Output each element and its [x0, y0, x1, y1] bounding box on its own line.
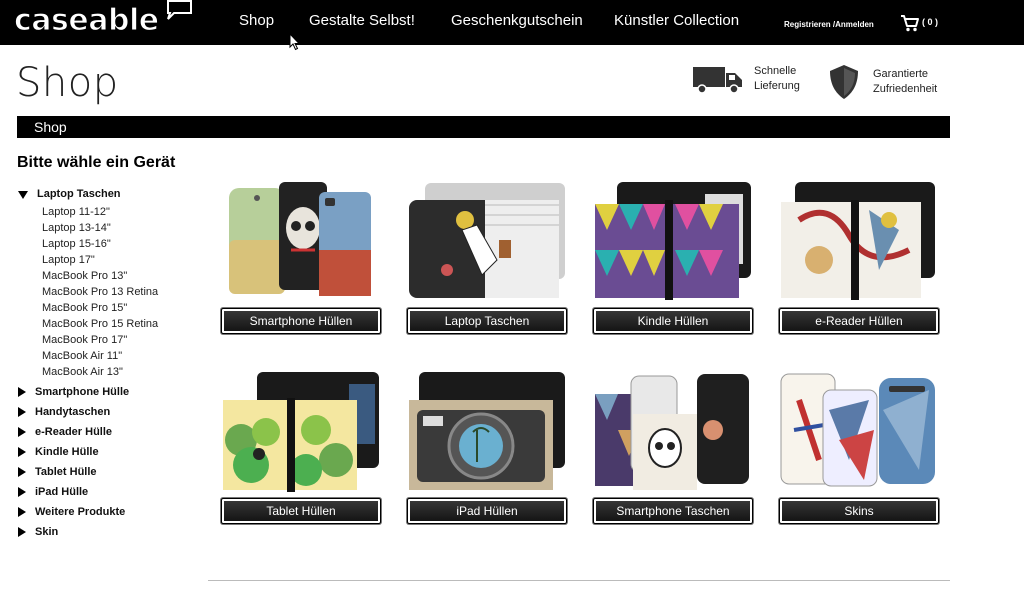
tablet-case-image [223, 372, 379, 492]
triangle-right-icon [18, 447, 26, 457]
kindle-huellen-button[interactable]: Kindle Hüllen [593, 308, 753, 334]
sidebar-category-smartphone-huelle[interactable]: Smartphone Hülle [18, 386, 129, 398]
logo-text: caseable [13, 2, 159, 38]
sidebar-subitem[interactable]: MacBook Air 13" [42, 366, 123, 378]
triangle-down-icon [18, 190, 28, 199]
sidebar-title: Bitte wähle ein Gerät [17, 154, 176, 171]
sidebar-category-label: Smartphone Hülle [35, 386, 130, 398]
sidebar-category-laptop-taschen[interactable]: Laptop Taschen [18, 188, 121, 200]
ereader-huellen-button[interactable]: e-Reader Hüllen [779, 308, 939, 334]
sidebar-category-label: Tablet Hülle [35, 466, 97, 478]
fast-delivery-line1: Schnelle [754, 65, 797, 77]
speech-bubble-icon [167, 0, 192, 20]
fast-delivery-line2: Lieferung [754, 80, 800, 92]
nav-geschenkgutschein[interactable]: Geschenkgutschein [451, 12, 583, 29]
nav-gestalte-selbst[interactable]: Gestalte Selbst! [309, 12, 415, 29]
ipad-case-image [409, 372, 565, 490]
sidebar-category-label: iPad Hülle [35, 486, 89, 498]
laptop-sleeve-image [409, 183, 565, 298]
satisfaction-line2: Zufriedenheit [873, 83, 938, 95]
sidebar-category-weitere-produkte[interactable]: Weitere Produkte [18, 506, 125, 518]
footer-divider [208, 580, 950, 581]
sidebar-category-handytaschen[interactable]: Handytaschen [18, 406, 110, 418]
sidebar-subitem[interactable]: Laptop 15-16" [42, 238, 111, 250]
cart-count: ( 0 ) [922, 17, 939, 27]
triangle-right-icon [18, 467, 26, 477]
sidebar-category-ipad-huelle[interactable]: iPad Hülle [18, 486, 88, 498]
sidebar-category-skin[interactable]: Skin [18, 526, 58, 538]
sidebar-category-label: e-Reader Hülle [35, 426, 113, 438]
triangle-right-icon [18, 507, 26, 517]
sidebar-subitem[interactable]: MacBook Pro 13" [42, 270, 127, 282]
top-nav-bar: caseable Shop Gestalte Selbst! Geschenkg… [0, 0, 1024, 45]
ipad-huellen-button[interactable]: iPad Hüllen [407, 498, 567, 524]
sidebar-subitem[interactable]: MacBook Pro 15" [42, 302, 127, 314]
sidebar-category-label: Handytaschen [35, 406, 111, 418]
sidebar-subitem[interactable]: Laptop 11-12" [42, 206, 110, 218]
sidebar-category-kindle-huelle[interactable]: Kindle Hülle [18, 446, 99, 458]
triangle-right-icon [18, 407, 26, 417]
shield-icon [830, 65, 858, 99]
nav-shop[interactable]: Shop [239, 12, 274, 29]
smartphone-cases-image [229, 182, 371, 296]
sidebar-category-ereader-huelle[interactable]: e-Reader Hülle [18, 426, 112, 438]
smartphone-taschen-button[interactable]: Smartphone Taschen [593, 498, 753, 524]
breadcrumb-shop[interactable]: Shop [34, 119, 67, 135]
caseable-logo[interactable]: caseable [13, 0, 192, 38]
sidebar-category-tablet-huelle[interactable]: Tablet Hülle [18, 466, 97, 478]
sidebar-subitem[interactable]: Laptop 13-14" [42, 222, 111, 234]
sidebar-subitem[interactable]: MacBook Pro 15 Retina [42, 318, 158, 330]
sidebar-subitem[interactable]: MacBook Air 11" [42, 350, 122, 362]
sidebar-category-label: Skin [35, 526, 59, 538]
kindle-case-image [595, 182, 751, 300]
tablet-huellen-button[interactable]: Tablet Hüllen [221, 498, 381, 524]
skins-button[interactable]: Skins [779, 498, 939, 524]
sidebar-category-label: Kindle Hülle [35, 446, 99, 458]
register-login-link[interactable]: Registrieren /Anmelden [784, 20, 874, 29]
laptop-taschen-button[interactable]: Laptop Taschen [407, 308, 567, 334]
truck-icon [693, 67, 742, 94]
triangle-right-icon [18, 387, 26, 397]
triangle-right-icon [18, 527, 26, 537]
sidebar-subitem[interactable]: MacBook Pro 13 Retina [42, 286, 158, 298]
triangle-right-icon [18, 487, 26, 497]
shopping-cart-icon[interactable] [900, 14, 920, 32]
satisfaction-line1: Garantierte [873, 68, 929, 80]
nav-kuenstler-collection[interactable]: Künstler Collection [614, 12, 739, 29]
sidebar-category-label: Weitere Produkte [35, 506, 126, 518]
ereader-case-image [781, 182, 935, 300]
smartphone-pouch-image [595, 374, 749, 490]
sidebar-subitem[interactable]: Laptop 17" [42, 254, 95, 266]
breadcrumb: Shop [17, 116, 950, 138]
page-title: Shop [16, 60, 119, 106]
mouse-cursor-icon [289, 33, 301, 51]
sidebar-subitem[interactable]: MacBook Pro 17" [42, 334, 127, 346]
fast-delivery-badge: Schnelle Lieferung [692, 64, 800, 94]
triangle-right-icon [18, 427, 26, 437]
satisfaction-badge: Garantierte Zufriedenheit [828, 64, 937, 100]
skins-image [780, 373, 935, 487]
smartphone-huellen-button[interactable]: Smartphone Hüllen [221, 308, 381, 334]
sidebar-category-label: Laptop Taschen [37, 188, 121, 200]
